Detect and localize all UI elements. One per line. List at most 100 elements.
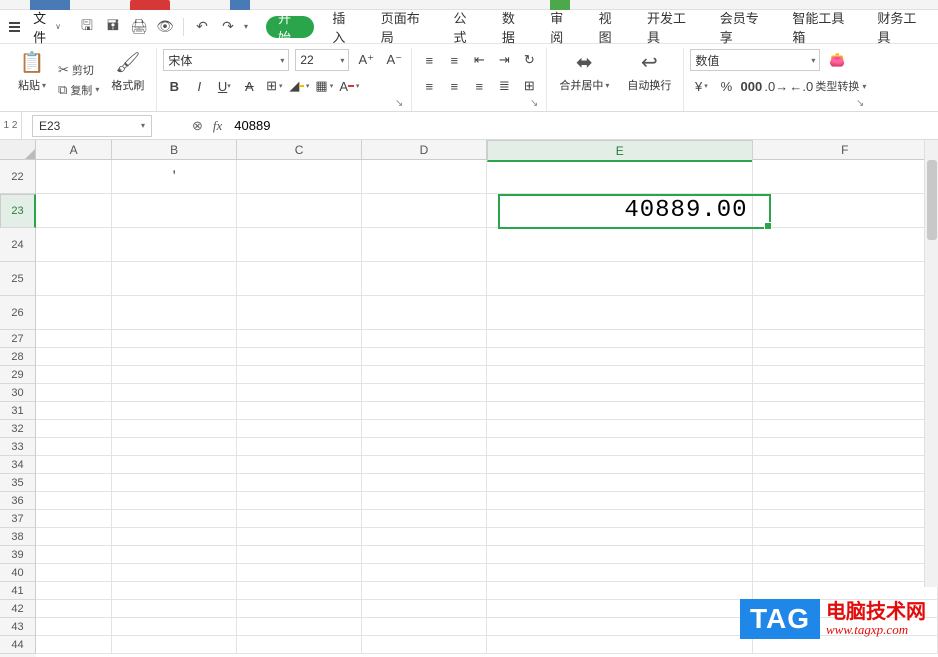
cell[interactable] — [753, 160, 938, 194]
row-header[interactable]: 32 — [0, 420, 36, 438]
bold-button[interactable]: B — [163, 75, 185, 97]
cell[interactable] — [362, 160, 487, 194]
cell[interactable] — [237, 160, 362, 194]
font-dialog-launcher[interactable]: ↘ — [395, 98, 403, 109]
font-size-select[interactable]: 22▾ — [295, 49, 349, 71]
cell[interactable] — [36, 384, 112, 402]
cell[interactable] — [753, 474, 938, 492]
row-header[interactable]: 35 — [0, 474, 36, 492]
cell[interactable] — [753, 348, 938, 366]
cell[interactable] — [112, 456, 237, 474]
increase-decimal-button[interactable]: .0→ — [765, 75, 787, 97]
cell[interactable] — [487, 582, 752, 600]
cell[interactable] — [237, 330, 362, 348]
cell[interactable]: 40889.00 — [487, 194, 752, 228]
row-header[interactable]: 28 — [0, 348, 36, 366]
cell[interactable] — [753, 194, 938, 228]
border-button[interactable]: ⊞ — [263, 75, 285, 97]
cell[interactable] — [487, 564, 752, 582]
distribute-button[interactable]: ⊞ — [518, 75, 540, 97]
cut-button[interactable]: ✂剪切 — [58, 62, 99, 78]
cell[interactable] — [237, 618, 362, 636]
cell[interactable] — [487, 618, 752, 636]
percent-button[interactable]: % — [715, 75, 737, 97]
print-icon[interactable]: 🖨 — [129, 17, 149, 37]
cell[interactable] — [36, 420, 112, 438]
currency-button[interactable]: ¥ — [690, 75, 712, 97]
align-center-button[interactable]: ≡ — [443, 75, 465, 97]
cell[interactable] — [36, 296, 112, 330]
cell[interactable] — [362, 262, 487, 296]
cell[interactable] — [237, 564, 362, 582]
cell[interactable] — [112, 402, 237, 420]
cell[interactable] — [36, 194, 112, 228]
tab-formula[interactable]: 公式 — [447, 10, 483, 43]
cell[interactable] — [362, 618, 487, 636]
merge-center-button[interactable]: ⬌ 合并居中▾ — [553, 48, 615, 111]
tab-start[interactable]: 开始 — [266, 16, 314, 38]
cell[interactable] — [237, 600, 362, 618]
row-header[interactable]: 23 — [0, 194, 36, 228]
cell[interactable] — [753, 492, 938, 510]
justify-button[interactable]: ≣ — [493, 75, 515, 97]
cell[interactable] — [753, 438, 938, 456]
cell[interactable] — [112, 564, 237, 582]
cell[interactable] — [36, 582, 112, 600]
cell-style-button[interactable]: ▦ — [313, 75, 335, 97]
cell[interactable] — [112, 636, 237, 654]
cell[interactable] — [362, 194, 487, 228]
cell[interactable] — [487, 330, 752, 348]
cell[interactable] — [36, 438, 112, 456]
vertical-scrollbar[interactable] — [924, 140, 938, 587]
cell[interactable] — [487, 510, 752, 528]
cell[interactable] — [112, 348, 237, 366]
row-header[interactable]: 44 — [0, 636, 36, 654]
row-header[interactable]: 24 — [0, 228, 36, 262]
tab-developer[interactable]: 开发工具 — [641, 10, 702, 43]
cell[interactable] — [237, 492, 362, 510]
cells[interactable]: '40889.00 — [36, 160, 938, 657]
cell[interactable] — [112, 528, 237, 546]
cell[interactable] — [362, 636, 487, 654]
cell[interactable] — [36, 330, 112, 348]
cell[interactable] — [362, 228, 487, 262]
cell[interactable] — [36, 564, 112, 582]
align-left-button[interactable]: ≡ — [418, 75, 440, 97]
cell[interactable] — [753, 384, 938, 402]
cell[interactable] — [487, 546, 752, 564]
cell[interactable] — [112, 384, 237, 402]
cell[interactable] — [487, 228, 752, 262]
select-all-corner[interactable] — [0, 140, 36, 160]
save-as-icon[interactable]: 🖬 — [103, 17, 123, 37]
cell[interactable] — [362, 438, 487, 456]
cell[interactable] — [237, 546, 362, 564]
increase-indent-button[interactable]: ⇥ — [493, 49, 515, 71]
preview-icon[interactable]: 👁 — [155, 17, 175, 37]
number-format-select[interactable]: 数值▾ — [690, 49, 820, 71]
cell[interactable] — [487, 160, 752, 194]
number-dialog-launcher[interactable]: ↘ — [856, 98, 864, 109]
scrollbar-thumb[interactable] — [927, 160, 937, 240]
cell[interactable] — [362, 420, 487, 438]
cell[interactable] — [237, 528, 362, 546]
row-header[interactable]: 29 — [0, 366, 36, 384]
tab-review[interactable]: 审阅 — [544, 10, 580, 43]
cell[interactable] — [36, 402, 112, 420]
cell[interactable] — [362, 366, 487, 384]
cell[interactable] — [36, 474, 112, 492]
cell[interactable] — [237, 348, 362, 366]
row-header[interactable]: 30 — [0, 384, 36, 402]
decrease-font-button[interactable]: A⁻ — [383, 49, 405, 71]
tab-member[interactable]: 会员专享 — [714, 10, 775, 43]
row-header[interactable]: 43 — [0, 618, 36, 636]
cell[interactable] — [487, 348, 752, 366]
hamburger-icon[interactable] — [6, 19, 23, 35]
row-header[interactable]: 38 — [0, 528, 36, 546]
cell[interactable] — [237, 438, 362, 456]
name-box[interactable]: E23 ▾ — [32, 115, 152, 137]
wrap-text-button[interactable]: ↩ 自动换行 — [621, 48, 677, 111]
cell[interactable] — [362, 296, 487, 330]
cell[interactable] — [362, 402, 487, 420]
align-dialog-launcher[interactable]: ↘ — [530, 98, 538, 109]
align-middle-button[interactable]: ≡ — [443, 49, 465, 71]
